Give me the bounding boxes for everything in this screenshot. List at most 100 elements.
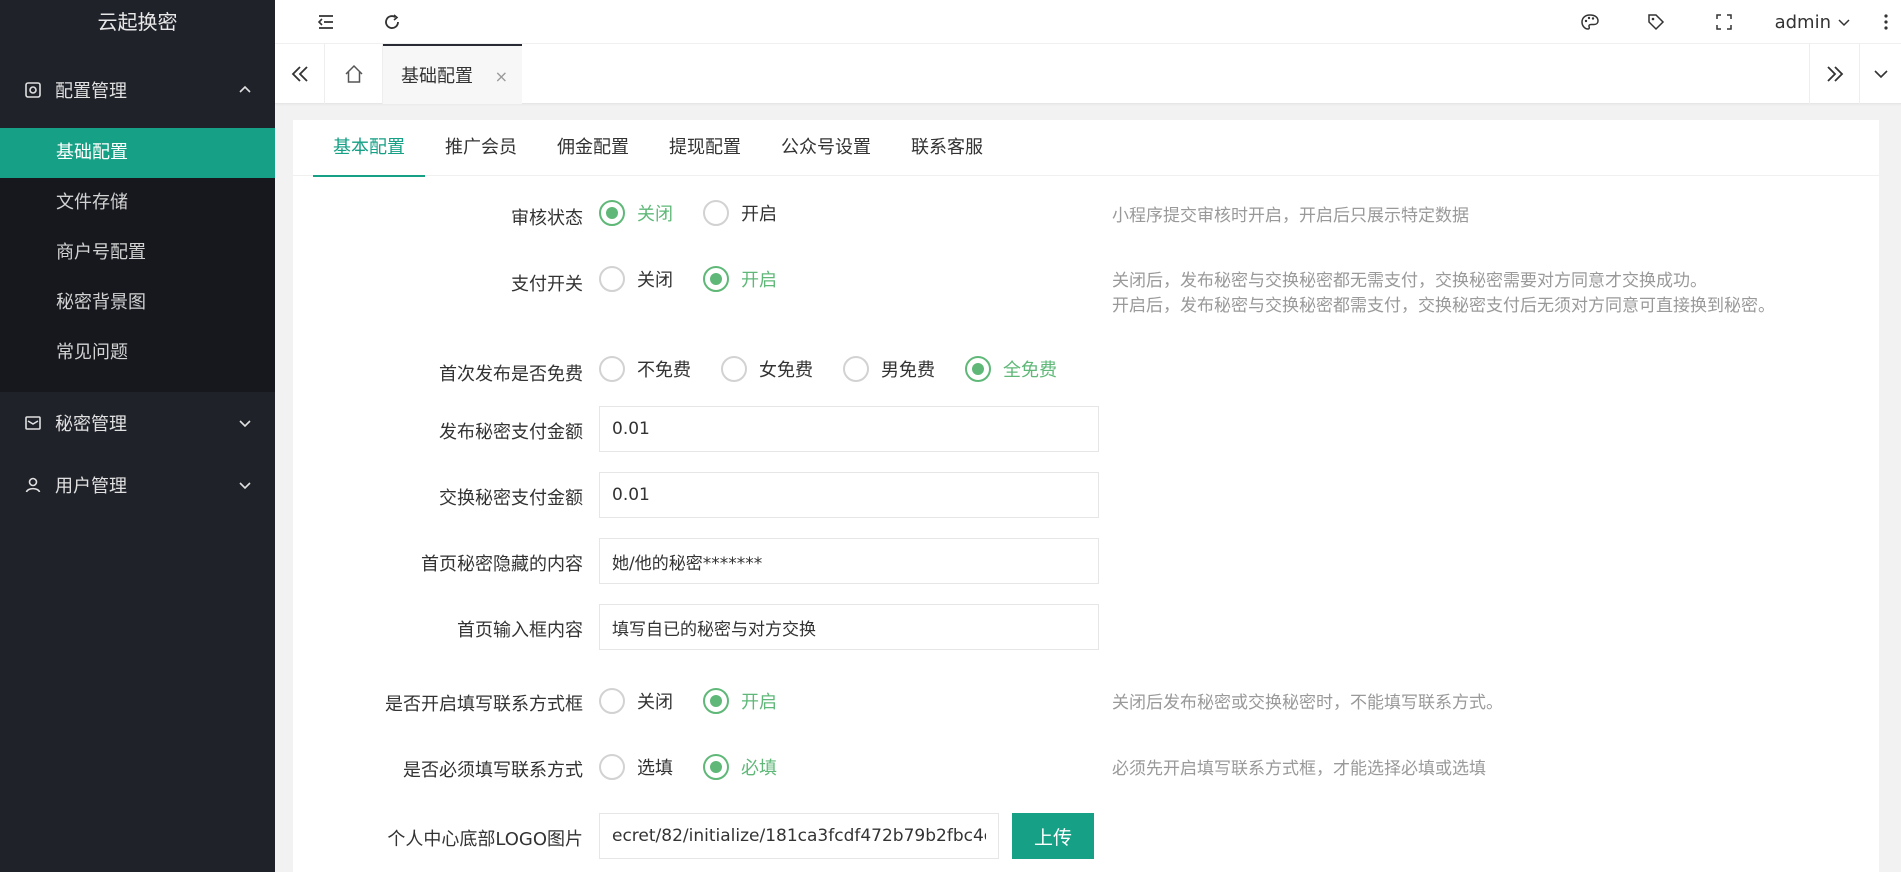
palette-icon [1581, 14, 1599, 30]
pay-hint: 关闭后，发布秘密与交换秘密都无需支付，交换秘密需要对方同意才交换成功。 开启后，… [1112, 269, 1775, 319]
sidebar-group-label: 秘密管理 [55, 414, 127, 435]
exchange-amount-input[interactable] [599, 472, 1099, 518]
content-card: 基本配置 推广会员 佣金配置 提现配置 公众号设置 联系客服 审核状态 关闭 开… [293, 120, 1879, 872]
app-title: 云起换密 [97, 10, 178, 34]
radio-label: 开启 [741, 204, 777, 225]
contact-box-off-radio[interactable]: 关闭 [599, 688, 673, 714]
exchange-amount-label: 交换秘密支付金额 [439, 488, 583, 509]
tab-promote-members[interactable]: 推广会员 [425, 120, 537, 176]
logo-label: 个人中心底部LOGO图片 [387, 829, 583, 850]
contact-required-label: 是否必须填写联系方式 [403, 760, 583, 781]
review-off-radio[interactable]: 关闭 [599, 200, 673, 226]
first-free-radio-group: 不免费 女免费 男免费 全免费 [599, 356, 1087, 382]
radio-label: 关闭 [637, 692, 673, 713]
sidebar-group-config[interactable]: 配置管理 [0, 51, 275, 128]
tabs-dropdown-button[interactable] [1859, 44, 1901, 104]
user-menu[interactable]: admin [1775, 0, 1851, 44]
all-free-radio[interactable]: 全免费 [965, 356, 1057, 382]
pay-off-radio[interactable]: 关闭 [599, 266, 673, 292]
sidebar-item-faq[interactable]: 常见问题 [0, 328, 275, 378]
hidden-content-input[interactable] [599, 538, 1099, 584]
contact-box-label: 是否开启填写联系方式框 [385, 694, 583, 715]
radio-label: 女免费 [759, 360, 813, 381]
publish-amount-input[interactable] [599, 406, 1099, 452]
home-icon [344, 64, 363, 83]
double-chevron-right-icon [1826, 66, 1843, 82]
pay-radio-group: 关闭 开启 [599, 266, 807, 292]
radio-label: 必填 [741, 758, 777, 779]
pay-on-radio[interactable]: 开启 [703, 266, 777, 292]
contact-required-hint: 必须先开启填写联系方式框，才能选择必填或选填 [1112, 759, 1486, 779]
settings-tabs: 基本配置 推广会员 佣金配置 提现配置 公众号设置 联系客服 [293, 120, 1879, 177]
fullscreen-button[interactable] [1709, 0, 1739, 44]
review-label: 审核状态 [511, 208, 583, 229]
pay-hint-line-2: 开启后，发布秘密与交换秘密都需支付，交换秘密支付后无须对方同意可直接换到秘密。 [1112, 296, 1775, 316]
more-button[interactable] [1871, 0, 1901, 44]
sidebar-group-label: 用户管理 [55, 476, 127, 497]
settings-icon [24, 81, 42, 99]
pay-hint-line-1: 关闭后，发布秘密与交换秘密都无需支付，交换秘密需要对方同意才交换成功。 [1112, 271, 1707, 291]
review-on-radio[interactable]: 开启 [703, 200, 777, 226]
radio-label: 男免费 [881, 360, 935, 381]
input-content-input[interactable] [599, 604, 1099, 650]
double-chevron-left-icon [291, 66, 308, 82]
radio-label: 开启 [741, 270, 777, 291]
tabs-scroll-left-button[interactable] [275, 44, 325, 104]
tab-customer-service[interactable]: 联系客服 [891, 120, 1003, 176]
sidebar-item-merchant-config[interactable]: 商户号配置 [0, 228, 275, 278]
upload-button[interactable]: 上传 [1012, 813, 1094, 859]
page-tabs-bar: 基础配置 × [275, 44, 1901, 104]
radio-label: 不免费 [637, 360, 691, 381]
female-free-radio[interactable]: 女免费 [721, 356, 813, 382]
sidebar-item-secret-background[interactable]: 秘密背景图 [0, 278, 275, 328]
sidebar-item-basic-config[interactable]: 基础配置 [0, 128, 275, 178]
input-content-label: 首页输入框内容 [457, 620, 583, 641]
mail-icon [24, 414, 42, 432]
hidden-content-label: 首页秘密隐藏的内容 [421, 554, 583, 575]
contact-box-on-radio[interactable]: 开启 [703, 688, 777, 714]
tab-official-account[interactable]: 公众号设置 [761, 120, 891, 176]
radio-label: 关闭 [637, 270, 673, 291]
menu-fold-icon [317, 15, 333, 29]
submenu-config: 基础配置 文件存储 商户号配置 秘密背景图 常见问题 [0, 128, 275, 392]
more-vertical-icon [1884, 14, 1888, 30]
chevron-up-icon [239, 85, 251, 93]
chevron-down-icon [239, 482, 251, 490]
collapse-sidebar-button[interactable] [311, 0, 341, 44]
chevron-down-icon [239, 420, 251, 428]
sidebar-item-file-storage[interactable]: 文件存储 [0, 178, 275, 228]
tab-basic-config[interactable]: 基础配置 × [383, 44, 522, 104]
tag-button[interactable] [1641, 0, 1671, 44]
tab-label: 基础配置 [401, 66, 473, 87]
radio-label: 选填 [637, 758, 673, 779]
chevron-down-icon [1873, 70, 1888, 79]
top-header: admin [275, 0, 1901, 44]
contact-required-radio[interactable]: 必填 [703, 754, 777, 780]
logo-path-input[interactable] [599, 813, 999, 859]
sidebar-group-users[interactable]: 用户管理 [0, 454, 275, 516]
home-tab[interactable] [325, 44, 383, 104]
contact-box-radio-group: 关闭 开启 [599, 688, 807, 714]
user-icon [24, 476, 42, 494]
radio-label: 关闭 [637, 204, 673, 225]
radio-label: 开启 [741, 692, 777, 713]
male-free-radio[interactable]: 男免费 [843, 356, 935, 382]
username: admin [1774, 11, 1831, 33]
tab-basic-settings[interactable]: 基本配置 [313, 120, 425, 177]
theme-button[interactable] [1575, 0, 1605, 44]
first-free-label: 首次发布是否免费 [439, 364, 583, 385]
close-icon[interactable]: × [495, 67, 508, 86]
fullscreen-icon [1716, 14, 1732, 30]
refresh-icon [385, 14, 399, 29]
tabs-scroll-right-button[interactable] [1809, 44, 1859, 104]
sidebar: 云起换密 配置管理 基础配置 文件存储 商户号配置 秘密背景图 常见问题 秘密管… [0, 0, 275, 872]
tag-icon [1648, 14, 1665, 31]
chevron-down-icon [1838, 19, 1850, 27]
sidebar-group-secrets[interactable]: 秘密管理 [0, 392, 275, 454]
tab-commission[interactable]: 佣金配置 [537, 120, 649, 176]
refresh-button[interactable] [377, 0, 407, 44]
contact-optional-radio[interactable]: 选填 [599, 754, 673, 780]
tab-withdraw[interactable]: 提现配置 [649, 120, 761, 176]
contact-box-hint: 关闭后发布秘密或交换秘密时，不能填写联系方式。 [1112, 693, 1503, 713]
not-free-radio[interactable]: 不免费 [599, 356, 691, 382]
